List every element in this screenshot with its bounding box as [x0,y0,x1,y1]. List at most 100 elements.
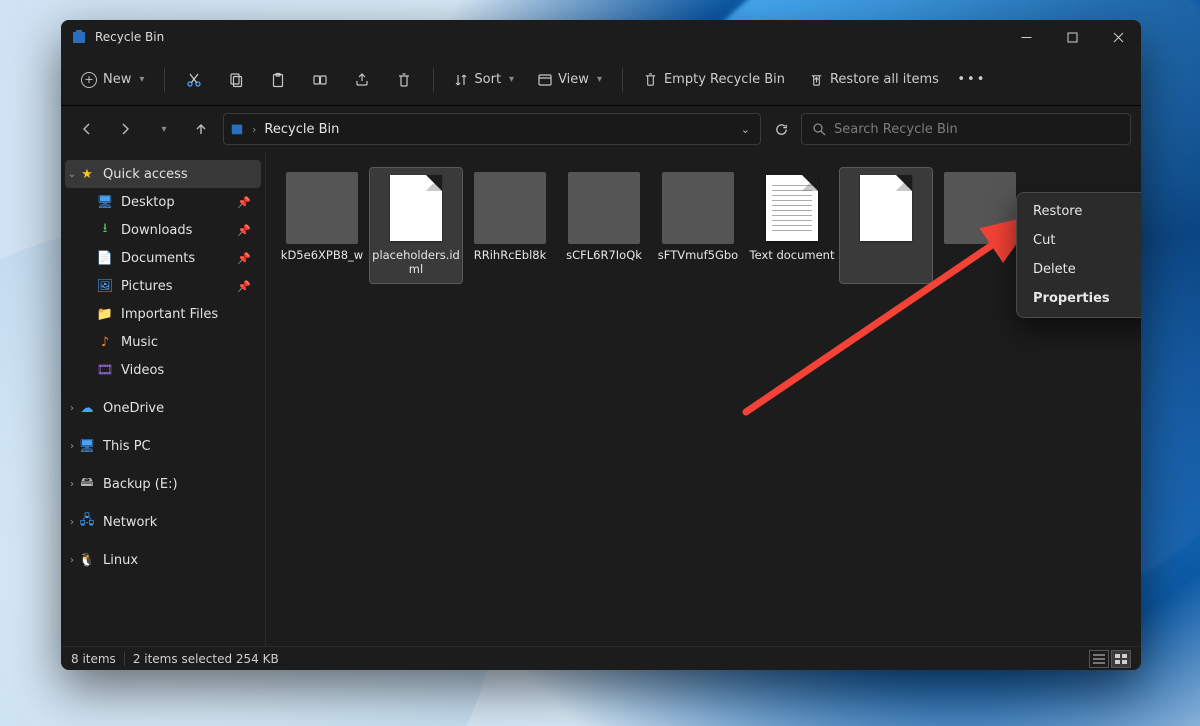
sidebar-item-this-pc[interactable]: › 🖥 This PC [65,432,261,460]
context-menu-cut[interactable]: Cut [1017,226,1141,255]
view-details-button[interactable] [1089,650,1109,668]
chevron-right-icon: › [65,517,79,528]
file-name: placeholders.idml [372,248,460,277]
sidebar-item-network[interactable]: › 🖧 Network [65,508,261,536]
file-item[interactable]: sFTVmuf5Gbo [652,168,744,283]
view-thumbnails-button[interactable] [1111,650,1131,668]
address-history-button[interactable]: ⌄ [737,119,754,140]
status-selection: 2 items selected 254 KB [133,652,279,666]
sidebar-item-linux[interactable]: › 🐧 Linux [65,546,261,574]
pc-icon: 🖥 [79,438,95,454]
image-thumbnail [474,172,546,244]
nav-up-button[interactable] [185,113,217,145]
address-bar[interactable]: › Recycle Bin ⌄ [223,113,761,145]
sidebar-item-documents[interactable]: 📄 Documents 📌 [65,244,261,272]
sidebar-quick-access[interactable]: ⌄ ★ Quick access [65,160,261,188]
delete-button[interactable] [387,63,421,97]
minimize-button[interactable] [1003,20,1049,54]
search-icon [812,122,826,136]
document-icon [756,172,828,244]
sidebar-item-backup[interactable]: › 🖴 Backup (E:) [65,470,261,498]
restore-all-button[interactable]: Restore all items [801,63,947,97]
share-button[interactable] [345,63,379,97]
empty-recycle-bin-button[interactable]: Empty Recycle Bin [635,63,793,97]
status-bar: 8 items 2 items selected 254 KB [61,646,1141,670]
sidebar-item-videos[interactable]: 🎞 Videos [65,356,261,384]
trash-icon [396,72,412,88]
context-menu: Restore Cut Delete Properties [1016,192,1141,318]
file-item[interactable]: Text document [746,168,838,283]
sidebar: ⌄ ★ Quick access 🖥 Desktop 📌 ⭳ Downloads… [61,152,266,646]
file-name: sFTVmuf5Gbo [658,248,738,262]
pin-icon: 📌 [237,196,251,209]
folder-icon: 📁 [97,306,113,322]
chevron-down-icon: ⌄ [65,169,79,180]
search-input[interactable] [834,122,1120,137]
linux-icon: 🐧 [79,552,95,568]
pictures-icon: 🖼 [97,278,113,294]
sidebar-item-label: Linux [103,553,138,568]
search-box[interactable] [801,113,1131,145]
chevron-down-icon: ▾ [597,74,602,85]
sidebar-item-label: Pictures [121,279,172,294]
file-item[interactable]: RRihRcEbl8k [464,168,556,283]
nav-back-button[interactable] [71,113,103,145]
file-item[interactable]: sCFL6R7IoQk [558,168,650,283]
file-item[interactable]: kD5e6XPB8_w [276,168,368,283]
chevron-down-icon: ▾ [161,124,166,135]
file-item[interactable] [840,168,932,283]
breadcrumb-location[interactable]: Recycle Bin [264,122,339,137]
new-button[interactable]: + New ▾ [73,63,152,97]
music-icon: ♪ [97,334,113,350]
rename-button[interactable] [303,63,337,97]
refresh-button[interactable] [767,115,795,143]
cloud-icon: ☁ [79,400,95,416]
sort-label: Sort [474,72,501,87]
network-icon: 🖧 [79,514,95,530]
restore-icon [809,72,824,87]
nav-forward-button[interactable] [109,113,141,145]
more-button[interactable]: ••• [955,63,989,97]
sidebar-item-important-files[interactable]: 📁 Important Files [65,300,261,328]
share-icon [354,72,370,88]
paste-button[interactable] [261,63,295,97]
sidebar-item-label: Backup (E:) [103,477,178,492]
file-name: sCFL6R7IoQk [566,248,642,262]
cut-button[interactable] [177,63,211,97]
file-name: Text document [750,248,835,262]
sidebar-item-desktop[interactable]: 🖥 Desktop 📌 [65,188,261,216]
file-grid: kD5e6XPB8_wplaceholders.idmlRRihRcEbl8k s… [276,168,1131,283]
sidebar-item-label: Desktop [121,195,175,210]
chevron-right-icon: › [65,555,79,566]
copy-button[interactable] [219,63,253,97]
context-menu-delete[interactable]: Delete [1017,255,1141,284]
plus-icon: + [81,72,97,88]
copy-icon [228,72,244,88]
chevron-down-icon: ▾ [509,74,514,85]
sidebar-item-pictures[interactable]: 🖼 Pictures 📌 [65,272,261,300]
sidebar-item-music[interactable]: ♪ Music [65,328,261,356]
rename-icon [312,72,328,88]
view-button[interactable]: View ▾ [530,63,610,97]
sidebar-item-label: Downloads [121,223,192,238]
file-item[interactable] [934,168,1026,283]
body: ⌄ ★ Quick access 🖥 Desktop 📌 ⭳ Downloads… [61,152,1141,646]
document-icon [850,172,922,244]
sidebar-item-onedrive[interactable]: › ☁ OneDrive [65,394,261,422]
close-button[interactable] [1095,20,1141,54]
sidebar-item-downloads[interactable]: ⭳ Downloads 📌 [65,216,261,244]
context-menu-restore[interactable]: Restore [1017,197,1141,226]
content-pane[interactable]: kD5e6XPB8_wplaceholders.idmlRRihRcEbl8k s… [266,152,1141,646]
nav-recent-button[interactable]: ▾ [147,113,179,145]
pin-icon: 📌 [237,252,251,265]
maximize-button[interactable] [1049,20,1095,54]
context-menu-properties[interactable]: Properties [1017,284,1141,313]
toolbar-divider [164,68,165,92]
sort-button[interactable]: Sort ▾ [446,63,522,97]
image-thumbnail [286,172,358,244]
nav-row: ▾ › Recycle Bin ⌄ [61,106,1141,152]
status-divider [124,652,125,666]
more-icon: ••• [957,72,986,87]
desktop-icon: 🖥 [97,194,113,210]
file-item[interactable]: placeholders.idml [370,168,462,283]
